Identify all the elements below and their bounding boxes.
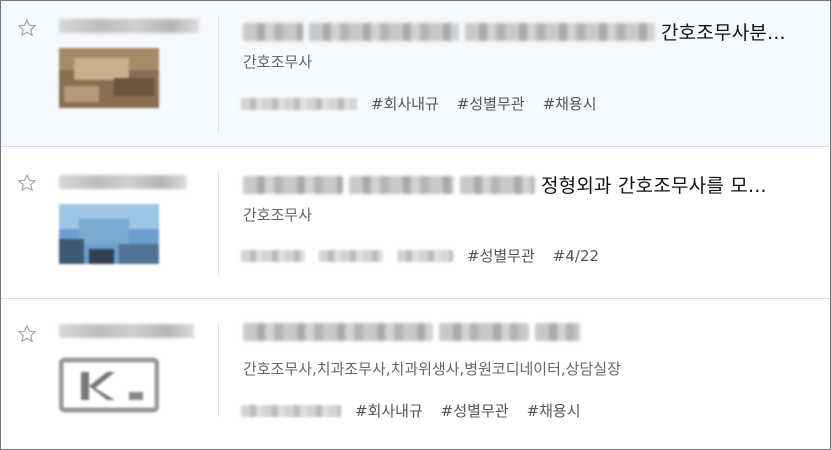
job-category: 간호조무사 (243, 53, 313, 71)
company-logo (59, 48, 159, 108)
star-outline-icon[interactable] (17, 18, 37, 38)
title-blurred-part (349, 175, 454, 194)
company-name-blurred[interactable] (59, 175, 187, 189)
star-outline-icon[interactable] (17, 173, 37, 193)
title-blurred-part (243, 22, 303, 41)
tag[interactable]: #성별무관 (467, 245, 535, 266)
job-title[interactable]: 정형외과 간호조무사를 모... (243, 171, 767, 198)
tag[interactable]: #성별무관 (441, 400, 509, 421)
job-listing-row[interactable]: 정형외과 간호조무사를 모... 간호조무사 #성별무관 #4/22 (1, 147, 830, 299)
title-blurred-part (465, 22, 655, 41)
job-category: 간호조무사,치과조무사,치과위생사,병원코디네이터,상담실장 (243, 360, 621, 378)
tag[interactable]: #채용시 (527, 400, 581, 421)
title-blurred-part (439, 323, 529, 341)
location-blurred (319, 249, 383, 262)
title-blurred-part (460, 175, 535, 194)
job-title-text[interactable]: 간호조무사분... (661, 18, 786, 45)
row-divider (218, 171, 219, 275)
star-outline-icon[interactable] (17, 324, 37, 344)
location-blurred (241, 404, 341, 417)
location-blurred (397, 249, 453, 262)
tag-list: #회사내규 #성별무관 #채용시 (241, 93, 615, 114)
row-divider (218, 323, 219, 417)
job-listing-row[interactable]: 간호조무사,치과조무사,치과위생사,병원코디네이터,상담실장 #회사내규 #성별… (1, 299, 830, 449)
title-blurred-part (243, 323, 433, 341)
tag[interactable]: #4/22 (553, 247, 599, 265)
tag[interactable]: #회사내규 (371, 93, 439, 114)
company-logo (59, 204, 159, 264)
location-blurred (241, 249, 305, 262)
row-divider (218, 15, 219, 133)
job-title-text[interactable]: 정형외과 간호조무사를 모... (541, 171, 767, 198)
tag[interactable]: #성별무관 (457, 93, 525, 114)
job-title[interactable]: 간호조무사분... (243, 18, 786, 45)
job-listing-row[interactable]: 간호조무사분... 간호조무사 #회사내규 #성별무관 #채용시 (1, 1, 830, 147)
title-blurred-part (535, 323, 580, 341)
job-title[interactable] (243, 323, 586, 341)
company-logo (59, 354, 159, 414)
company-name-blurred[interactable] (59, 19, 199, 33)
location-blurred (241, 97, 357, 110)
job-listing-panel: 간호조무사분... 간호조무사 #회사내규 #성별무관 #채용시 정형외과 간호… (0, 0, 831, 450)
tag[interactable]: #채용시 (543, 93, 597, 114)
tag-list: #성별무관 #4/22 (241, 245, 617, 266)
tag-list: #회사내규 #성별무관 #채용시 (241, 400, 599, 421)
job-category: 간호조무사 (243, 206, 313, 224)
title-blurred-part (243, 175, 343, 194)
tag[interactable]: #회사내규 (355, 400, 423, 421)
title-blurred-part (309, 22, 459, 41)
company-name-blurred[interactable] (59, 324, 194, 338)
